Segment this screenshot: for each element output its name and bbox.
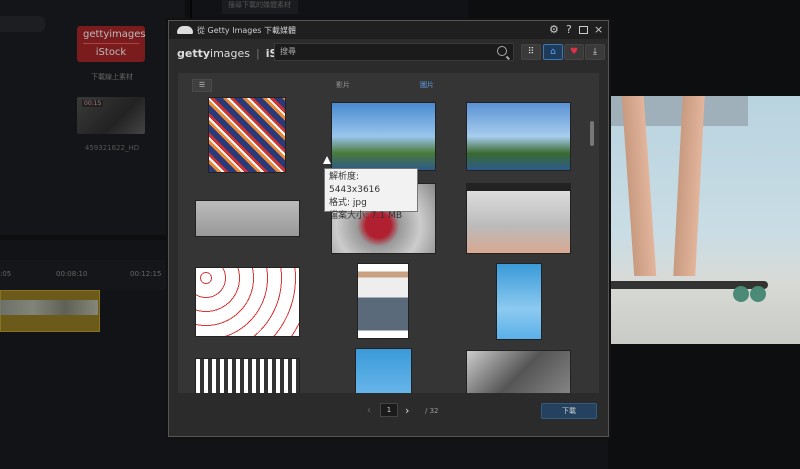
search-icon[interactable]: [497, 46, 507, 56]
preview-image: [608, 96, 800, 344]
image-thumbnail[interactable]: [195, 358, 300, 393]
grid-icon: ⠿: [527, 47, 535, 57]
timeline-tick: 00:08:10: [56, 270, 88, 278]
image-thumbnail[interactable]: [357, 263, 409, 339]
image-thumbnail[interactable]: [466, 183, 571, 254]
getty-istock-button[interactable]: gettyimages iStock: [77, 26, 146, 62]
image-thumbnail[interactable]: [331, 102, 436, 171]
timeline-tick: 00:12:15: [130, 270, 162, 278]
page-total: / 32: [425, 407, 439, 415]
search-input[interactable]: 搜尋: [274, 43, 514, 61]
image-thumbnail[interactable]: [208, 97, 286, 173]
downloads-button[interactable]: ⤓: [585, 44, 605, 60]
getty-download-dialog: 從 Getty Images 下載媒體 ⚙ ? × gettyimages|iS…: [168, 20, 609, 437]
favorites-button[interactable]: ♥: [564, 44, 584, 60]
results-grid: ☰ 影片 圖片: [178, 73, 599, 393]
image-thumbnail[interactable]: [195, 267, 300, 337]
clip-filmstrip: [0, 300, 98, 315]
heart-icon: ♥: [569, 47, 579, 57]
header: gettyimages|iStock 搜尋 ⠿ ⌂ ♥ ⤓: [169, 39, 608, 67]
media-search-input[interactable]: 搜尋下載的媒體素材: [222, 0, 298, 14]
gear-icon[interactable]: ⚙: [549, 23, 559, 37]
image-thumbnail[interactable]: [355, 348, 412, 393]
tab-videos[interactable]: 影片: [336, 80, 350, 90]
page-number-input[interactable]: 1: [380, 403, 398, 417]
timeline-tick: :05: [0, 270, 12, 278]
cursor-icon: [323, 156, 331, 164]
istock-logo: iStock: [95, 47, 127, 58]
tooltip-resolution: 解析度: 5443x3616: [329, 172, 381, 195]
maximize-icon[interactable]: [579, 26, 588, 34]
home-icon: ⌂: [550, 47, 556, 57]
clip-duration: 00:15: [82, 100, 104, 107]
tooltip-format: 格式: jpg: [329, 198, 367, 208]
filter-button[interactable]: ☰: [192, 79, 212, 92]
image-thumbnail[interactable]: [466, 350, 571, 393]
scrollbar-thumb[interactable]: [590, 121, 594, 146]
grid-button[interactable]: ⠿: [521, 44, 541, 60]
footer: ‹ 1 › / 32 下載: [169, 393, 608, 436]
prev-page-button[interactable]: ‹: [367, 405, 371, 416]
image-info-tooltip: 解析度: 5443x3616 格式: jpg 檔案大小: 7.1 MB: [324, 168, 418, 221]
help-icon[interactable]: ?: [566, 23, 572, 37]
image-thumbnail[interactable]: [195, 200, 300, 237]
next-page-button[interactable]: ›: [405, 404, 409, 417]
tooltip-size: 檔案大小: 7.1 MB: [329, 211, 403, 221]
home-button[interactable]: ⌂: [543, 44, 563, 60]
cloud-icon: [177, 26, 193, 34]
image-thumbnail[interactable]: [496, 263, 542, 340]
download-icon: ⤓: [593, 47, 597, 57]
tab-images[interactable]: 圖片: [420, 80, 434, 90]
dialog-title: 從 Getty Images 下載媒體: [197, 25, 296, 35]
getty-logo: gettyimages: [83, 26, 146, 44]
download-online-label: 下載線上素材: [91, 73, 133, 81]
library-search-bar[interactable]: [0, 16, 45, 32]
title-bar[interactable]: 從 Getty Images 下載媒體 ⚙ ? ×: [169, 21, 608, 39]
download-button[interactable]: 下載: [541, 403, 597, 419]
clip-name: 459321622_HD: [84, 144, 140, 152]
filter-icon: ☰: [198, 81, 206, 89]
image-thumbnail[interactable]: [466, 102, 571, 171]
close-icon[interactable]: ×: [594, 23, 603, 37]
